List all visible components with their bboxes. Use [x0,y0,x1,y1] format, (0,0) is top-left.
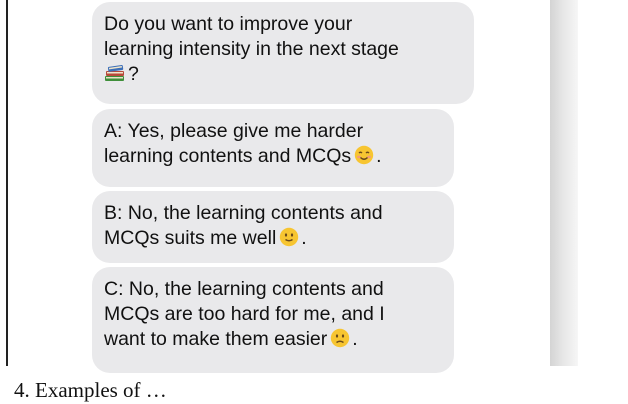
figure-page: Do you want to improve your learning int… [0,0,628,404]
figure-caption: 4. Examples of … [14,378,167,402]
question-line-3: ? [104,62,460,90]
question-mark: ? [128,63,139,85]
option-c-line-2: MCQs are too hard for me, and I [104,303,385,325]
option-a-period: . [376,145,382,167]
slightly-frowning-face-emoji-icon [330,328,350,355]
option-a-line-2: learning contents and MCQs [104,145,352,167]
option-b-line-2-row: MCQs suits me well . [104,226,440,254]
books-emoji-icon [104,63,126,90]
question-bubble: Do you want to improve your learning int… [92,2,474,104]
option-c-line-1: C: No, the learning contents and [104,278,384,300]
question-line-2: learning intensity in the next stage [104,38,399,60]
option-c-line-3-row: want to make them easier . [104,327,440,355]
option-a-line-1: A: Yes, please give me harder [104,120,364,142]
option-a-line-2-row: learning contents and MCQs . [104,144,440,172]
option-c-bubble[interactable]: C: No, the learning contents and MCQs ar… [92,267,454,373]
option-b-line-1: B: No, the learning contents and [104,202,383,224]
device-edge-shadow [550,0,578,366]
option-b-period: . [301,227,307,249]
smiling-face-emoji-icon [354,145,374,172]
option-a-bubble[interactable]: A: Yes, please give me harder learning c… [92,109,454,187]
question-line-1: Do you want to improve your [104,13,353,35]
slightly-smiling-face-emoji-icon [279,227,299,254]
option-b-line-2: MCQs suits me well [104,227,277,249]
chat-screen: Do you want to improve your learning int… [6,0,558,373]
option-b-bubble[interactable]: B: No, the learning contents and MCQs su… [92,191,454,263]
option-c-line-3: want to make them easier [104,328,328,350]
option-c-period: . [352,328,358,350]
